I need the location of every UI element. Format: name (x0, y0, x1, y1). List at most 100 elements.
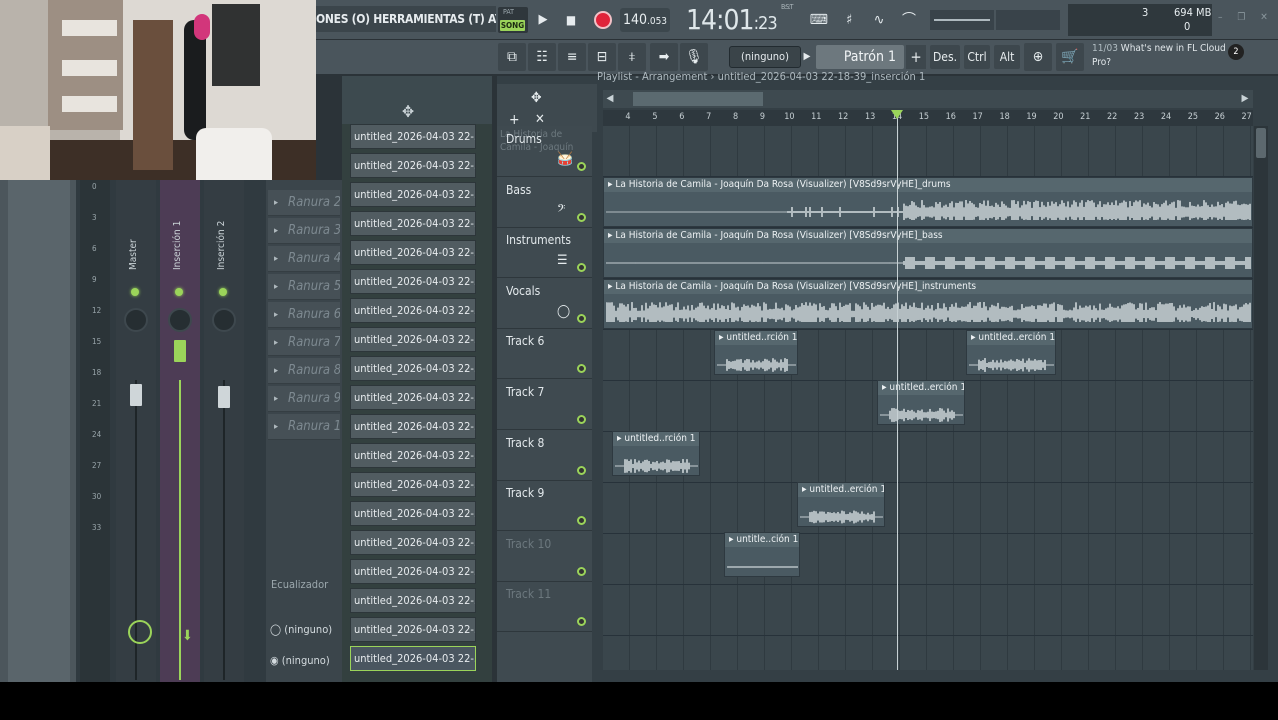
track-mute-led[interactable] (577, 364, 586, 373)
audio-clip[interactable]: ▸ La Historia de Camila - Joaquín Da Ros… (603, 177, 1253, 227)
mixer-insert-slot[interactable]: Ranura 8 (268, 358, 340, 384)
pan-knob[interactable] (124, 308, 148, 332)
browser-file-item[interactable]: untitled_2026-04-03 22-... (350, 501, 476, 526)
track-mute-led[interactable] (577, 263, 586, 272)
mixer-insert-slot[interactable]: Ranura 5 (268, 274, 340, 300)
channel-rack-icon[interactable]: ☷ (528, 43, 556, 71)
audio-clip[interactable]: ▸ La Historia de Camila - Joaquín Da Ros… (603, 228, 1253, 278)
browser-file-item[interactable]: untitled_2026-04-03 22-... (350, 472, 476, 497)
mixer-channel-insert-2[interactable]: Inserción 2 (204, 180, 244, 682)
playlist-track-header[interactable]: Track 6 (497, 328, 592, 379)
volume-fader[interactable] (174, 340, 186, 362)
browser-file-item[interactable]: untitled_2026-04-03 22-... (350, 211, 476, 236)
browser-file-item[interactable]: untitled_2026-04-03 22-... (350, 530, 476, 555)
route-knob[interactable] (128, 620, 152, 644)
scroll-right-icon[interactable]: ▶ (1238, 90, 1252, 108)
audio-clip[interactable]: ▸ untitled..rción 1 (714, 330, 798, 375)
playlist-track-header[interactable]: Track 11 (497, 581, 592, 632)
track-mute-led[interactable] (577, 516, 586, 525)
playlist-track-header[interactable]: Instruments ☰ (497, 227, 592, 278)
alt-button[interactable]: Alt (994, 45, 1020, 69)
mixer-insert-slot[interactable]: Ranura 4 (268, 246, 340, 272)
pattern-selector[interactable]: Patrón 1 (816, 45, 904, 69)
mixer-channel-master[interactable]: Master (116, 180, 156, 682)
pat-song-toggle[interactable]: PAT SONG (498, 7, 528, 33)
mixer-insert-slot[interactable]: Ranura 6 (268, 302, 340, 328)
step-edit-icon[interactable]: ♯ (836, 8, 862, 32)
browser-file-item[interactable]: untitled_2026-04-03 22-... (350, 646, 476, 671)
mixer-insert-slot[interactable]: Ranura 3 (268, 218, 340, 244)
playlist-track-header[interactable]: Bass 𝄢 (497, 177, 592, 228)
track-mute-led[interactable] (577, 617, 586, 626)
mixer-insert-slot[interactable]: Ranura 7 (268, 330, 340, 356)
browser-file-item[interactable]: untitled_2026-04-03 22-... (350, 414, 476, 439)
mixer-insert-slot[interactable]: Ranura 10 (268, 414, 340, 440)
window-controls[interactable]: – ❐ ✕ (1218, 12, 1276, 28)
playlist-track-header[interactable]: Drums 🥁 (497, 126, 592, 177)
track-mute-led[interactable] (577, 567, 586, 576)
browser-file-item[interactable]: untitled_2026-04-03 22-... (350, 356, 476, 381)
audio-clip[interactable]: ▸ untitled..erción 1 (966, 330, 1056, 375)
playhead-marker-icon[interactable] (891, 110, 903, 119)
audio-clip[interactable]: ▸ untitle..ción 1 (724, 532, 800, 577)
piano-roll-icon[interactable]: ≡ (558, 43, 586, 71)
playhead[interactable] (897, 110, 898, 670)
microphone-icon[interactable]: 🎙 (680, 43, 708, 71)
record-button[interactable] (589, 7, 617, 33)
des-button[interactable]: Des. (930, 45, 960, 69)
pan-knob[interactable] (168, 308, 192, 332)
mixer-icon[interactable]: ⊟ (588, 43, 616, 71)
audio-clip[interactable]: ▸ untitled..rción 1 (612, 431, 700, 476)
channel-enable-led[interactable] (131, 288, 139, 296)
track-mute-led[interactable] (577, 162, 586, 171)
master-pitch-slider[interactable] (996, 10, 1060, 30)
tempo-display[interactable]: 140.053 (620, 8, 670, 32)
playlist-track-header[interactable]: Track 7 (497, 379, 592, 430)
pan-knob[interactable] (212, 308, 236, 332)
browser-file-item[interactable]: untitled_2026-04-03 22-... (350, 240, 476, 265)
browser-file-item[interactable]: untitled_2026-04-03 22-... (350, 443, 476, 468)
pattern-ninguno-select[interactable]: (ninguno) (729, 46, 801, 68)
mixer-input-select[interactable]: ◯ (ninguno) (270, 620, 342, 640)
mixer-insert-slot[interactable]: Ranura 2 (268, 190, 340, 216)
add-pattern-button[interactable]: + (906, 45, 926, 69)
add-plugin-icon[interactable]: ⊕ (1024, 43, 1052, 71)
browser-file-item[interactable]: untitled_2026-04-03 22-... (350, 617, 476, 642)
song-position-clock[interactable]: 14:01:23 B:S:T (686, 2, 804, 38)
playlist-track-header[interactable]: Track 8 (497, 430, 592, 481)
track-mute-led[interactable] (577, 213, 586, 222)
volume-fader[interactable] (218, 386, 230, 408)
pattern-arrow-icon[interactable]: ▶ (800, 46, 814, 68)
browser-file-item[interactable]: untitled_2026-04-03 22-... (350, 559, 476, 584)
volume-fader[interactable] (130, 384, 142, 406)
playlist-track-header[interactable]: Vocals ◯ (497, 278, 592, 329)
delete-icon[interactable]: ✕ (535, 112, 545, 127)
track-mute-led[interactable] (577, 314, 586, 323)
main-menu[interactable]: ONES (O) HERRAMIENTAS (T) AYUDA (316, 6, 496, 32)
mixer-insert-slot[interactable]: Ranura 9 (268, 386, 340, 412)
scroll-left-icon[interactable]: ◀ (603, 90, 617, 108)
playlist-track-header[interactable]: Track 9 (497, 480, 592, 531)
waveform-icon[interactable]: ⌒ (896, 8, 922, 32)
browser-file-item[interactable]: untitled_2026-04-03 22-... (350, 153, 476, 178)
ctrl-button[interactable]: Ctrl (964, 45, 990, 69)
playlist-overview[interactable] (603, 90, 1253, 108)
export-arrow-icon[interactable]: ➡ (650, 43, 678, 71)
audio-clip[interactable]: ▸ untitled..erción 1 (797, 482, 885, 527)
typing-keyboard-icon[interactable]: ⌨ (806, 8, 832, 32)
browser-file-item[interactable]: untitled_2026-04-03 22-... (350, 298, 476, 323)
stop-button[interactable]: ■ (558, 7, 584, 33)
playlist-vertical-scrollbar[interactable] (1254, 126, 1268, 670)
playlist-icon[interactable]: ⧉ (498, 43, 526, 71)
browser-file-item[interactable]: untitled_2026-04-03 22-... (350, 385, 476, 410)
audio-clip[interactable]: ▸ untitled..erción 1 (877, 380, 965, 425)
mixer-channel-insert-1[interactable]: Inserción 1 (160, 180, 200, 682)
route-arrow-icon[interactable]: ⬇ (182, 628, 193, 644)
browser-file-item[interactable]: untitled_2026-04-03 22-... (350, 588, 476, 613)
browser-file-item[interactable]: untitled_2026-04-03 22-... (350, 124, 476, 149)
browser-file-item[interactable]: untitled_2026-04-03 22-... (350, 269, 476, 294)
playlist-track-header[interactable]: Track 10 (497, 531, 592, 582)
audio-clip[interactable]: ▸ La Historia de Camila - Joaquín Da Ros… (603, 279, 1253, 329)
timeline-ruler[interactable]: 4567891011121314151617181920212223242526… (603, 110, 1253, 126)
plugin-picker-icon[interactable]: ⧧ (618, 43, 646, 71)
